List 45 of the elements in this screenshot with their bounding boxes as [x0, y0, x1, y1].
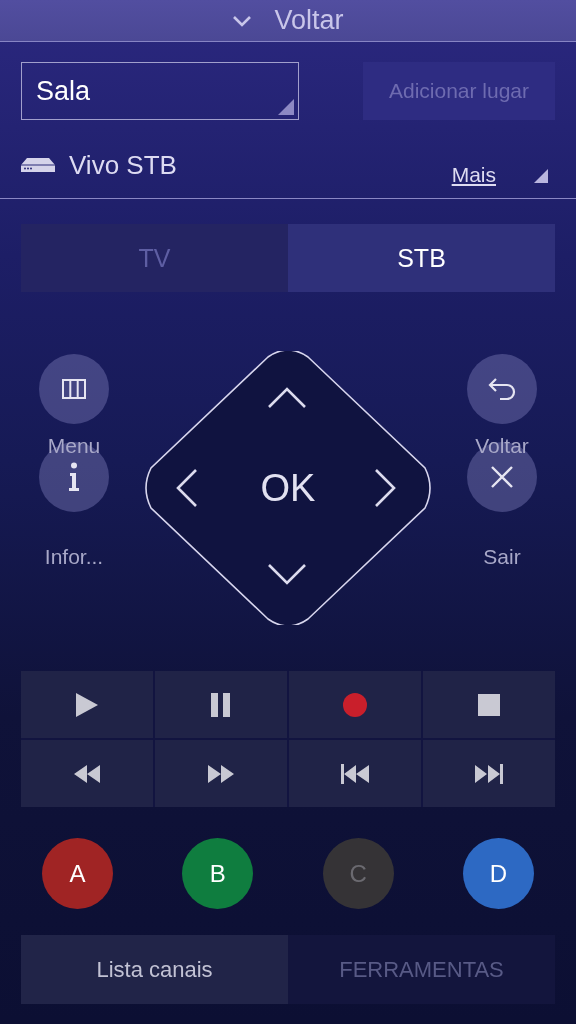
button-label: Sair — [483, 544, 521, 570]
media-button[interactable] — [21, 740, 153, 807]
button-label: Infor... — [44, 544, 104, 570]
ok-button[interactable]: OK — [253, 465, 323, 511]
color-key[interactable]: B — [182, 838, 254, 909]
device-name: Vivo STB — [69, 149, 178, 181]
skip-forward-icon — [475, 763, 503, 784]
bottom-tab[interactable]: Lista canais — [21, 935, 288, 1004]
pause-icon — [211, 692, 231, 717]
columns-icon — [62, 379, 86, 399]
media-button[interactable] — [155, 740, 287, 807]
button-label: Voltar — [475, 433, 529, 459]
dropdown-corner-icon — [278, 99, 294, 115]
color-key[interactable]: D — [463, 838, 534, 909]
play-icon — [76, 692, 98, 717]
more-link[interactable]: Mais — [451, 163, 496, 187]
room-dropdown[interactable]: Sala — [21, 62, 299, 120]
arrow-button[interactable] — [176, 468, 198, 508]
chevron-icon — [374, 468, 396, 508]
media-button[interactable] — [155, 671, 287, 738]
tab[interactable]: STB — [288, 224, 555, 292]
record-icon — [342, 691, 368, 718]
arrow-button[interactable] — [267, 387, 307, 409]
chevron-icon — [176, 468, 198, 508]
chevron-down-icon — [232, 14, 253, 27]
skip-back-icon — [341, 763, 369, 784]
return-arrow-icon — [487, 377, 517, 401]
arrow-button[interactable] — [267, 563, 307, 585]
media-button[interactable] — [289, 740, 421, 807]
rewind-icon — [74, 764, 100, 783]
arrow-button[interactable] — [374, 468, 396, 508]
fast-forward-icon — [208, 764, 234, 783]
header-bar[interactable]: Voltar — [0, 0, 576, 42]
button-label: Menu — [47, 433, 101, 459]
color-key[interactable]: A — [42, 838, 113, 909]
stop-icon — [478, 693, 500, 716]
media-button[interactable] — [423, 671, 555, 738]
info-icon — [68, 462, 80, 492]
chevron-icon — [267, 563, 307, 585]
set-top-box-icon — [21, 158, 55, 172]
media-button[interactable] — [21, 671, 153, 738]
dropdown-corner-icon — [534, 169, 548, 183]
media-button[interactable] — [423, 740, 555, 807]
close-icon — [490, 465, 514, 489]
chevron-icon — [267, 387, 307, 409]
